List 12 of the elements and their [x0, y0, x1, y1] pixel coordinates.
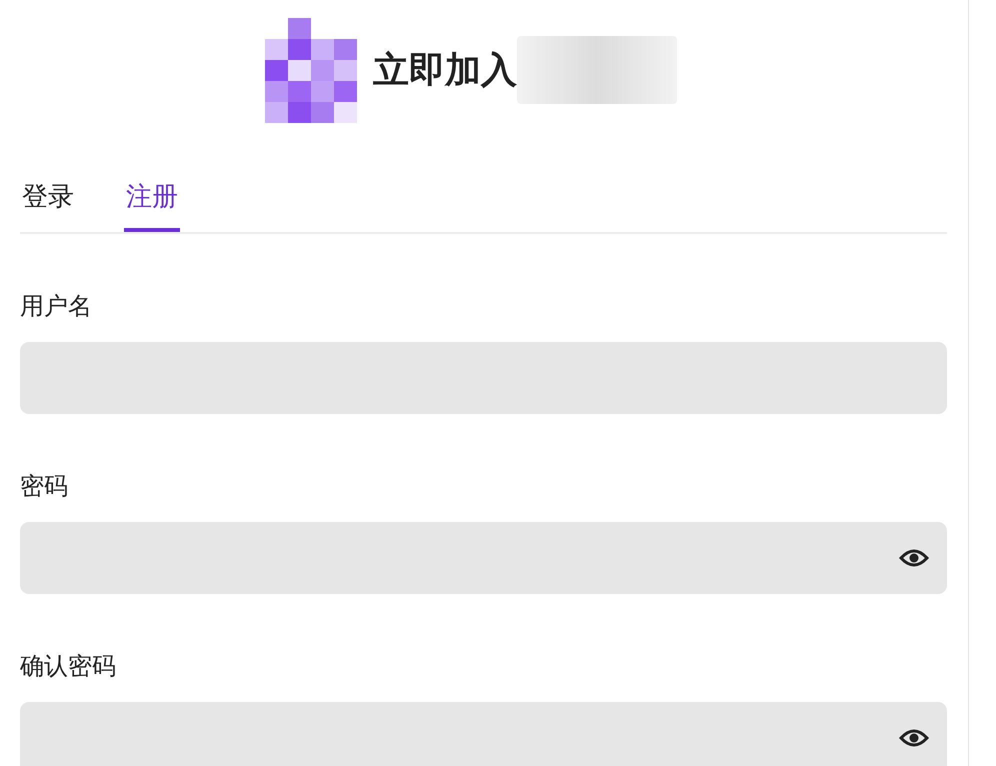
input-field[interactable] [20, 702, 947, 766]
field-label: 密码 [20, 471, 69, 502]
page-title: 立即加入 [373, 48, 517, 92]
input-field[interactable] [20, 342, 947, 414]
field-label: 确认密码 [20, 651, 117, 682]
tab[interactable]: 登录 [20, 166, 76, 232]
eye-icon[interactable] [899, 728, 929, 748]
eye-icon[interactable] [899, 548, 929, 568]
logo-icon [265, 18, 357, 122]
input-field[interactable] [20, 522, 947, 594]
tab[interactable]: 注册 [124, 166, 180, 232]
field-label: 用户名 [20, 291, 93, 322]
